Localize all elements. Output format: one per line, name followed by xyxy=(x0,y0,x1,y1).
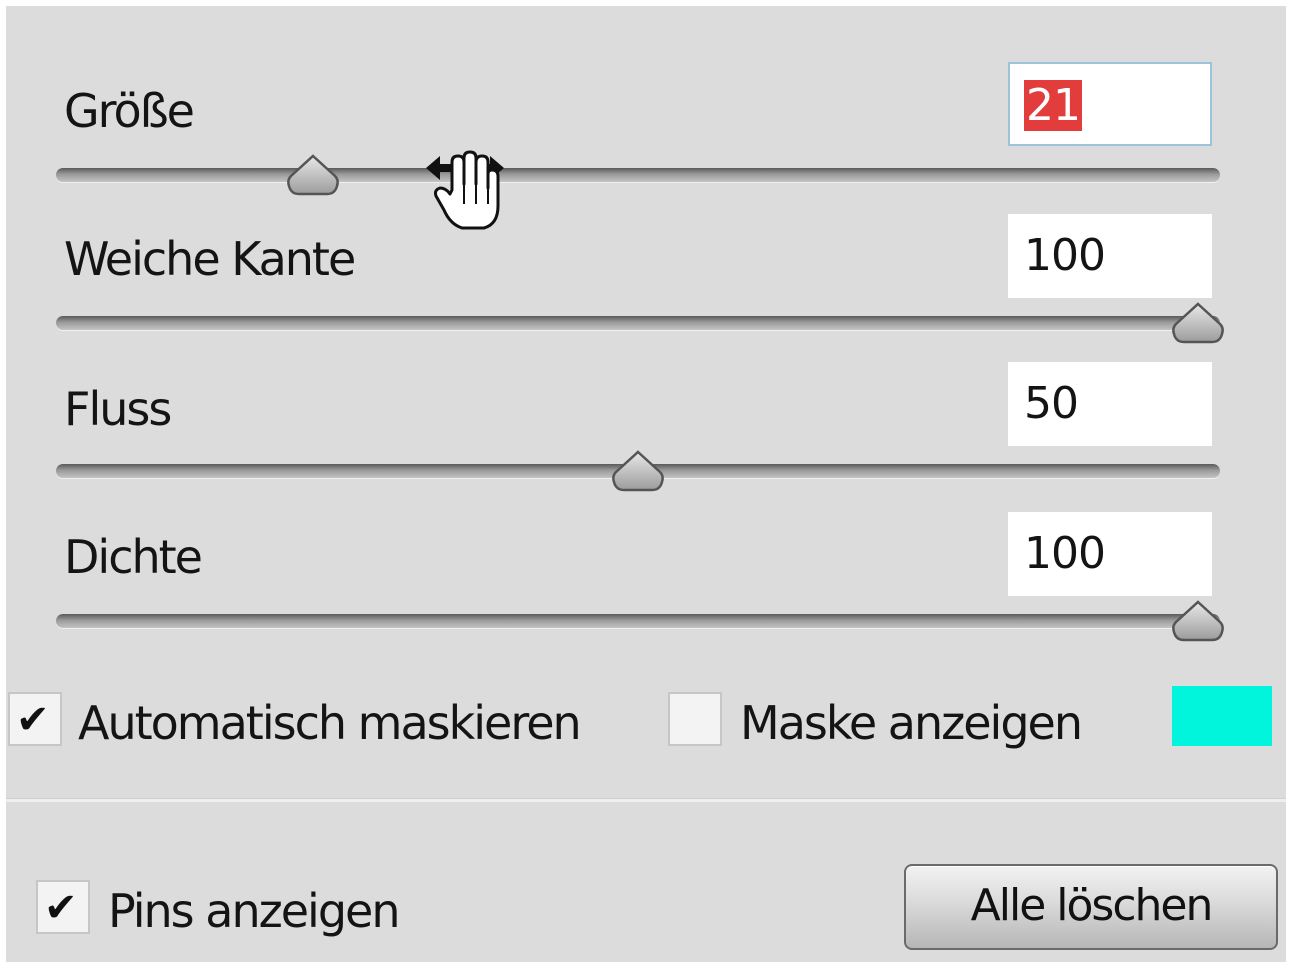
show-pins-checkbox[interactable]: ✔ xyxy=(36,880,90,934)
brush-settings-panel: Größe 21 Weiche Kante 100 Fluss 50 Dicht… xyxy=(6,6,1286,962)
divider xyxy=(6,798,1286,802)
auto-mask-label: Automatisch maskieren xyxy=(78,696,582,750)
mask-color-swatch[interactable] xyxy=(1172,686,1272,746)
show-mask-checkbox[interactable] xyxy=(668,692,722,746)
flow-label: Fluss xyxy=(64,382,172,436)
checkmark-icon: ✔ xyxy=(44,885,78,931)
flow-slider-thumb[interactable] xyxy=(610,450,666,494)
size-slider-thumb[interactable] xyxy=(285,154,341,198)
soft-edge-slider-thumb[interactable] xyxy=(1170,302,1226,346)
checkmark-icon: ✔ xyxy=(16,697,50,743)
size-value-input[interactable]: 21 xyxy=(1008,62,1212,146)
size-slider-track[interactable] xyxy=(56,168,1220,182)
show-pins-label: Pins anzeigen xyxy=(108,884,400,938)
size-label: Größe xyxy=(64,84,195,138)
soft-edge-value-input[interactable]: 100 xyxy=(1008,214,1212,298)
density-slider-track[interactable] xyxy=(56,614,1220,628)
flow-value-input[interactable]: 50 xyxy=(1008,362,1212,446)
density-label: Dichte xyxy=(64,530,203,584)
density-slider-thumb[interactable] xyxy=(1170,600,1226,644)
auto-mask-checkbox[interactable]: ✔ xyxy=(8,692,62,746)
size-value-text: 21 xyxy=(1024,80,1082,131)
hand-resize-cursor-icon xyxy=(422,144,510,234)
clear-all-button[interactable]: Alle löschen xyxy=(904,864,1278,950)
show-mask-label: Maske anzeigen xyxy=(740,696,1083,750)
soft-edge-label: Weiche Kante xyxy=(64,232,356,286)
soft-edge-slider-track[interactable] xyxy=(56,316,1220,330)
density-value-input[interactable]: 100 xyxy=(1008,512,1212,596)
